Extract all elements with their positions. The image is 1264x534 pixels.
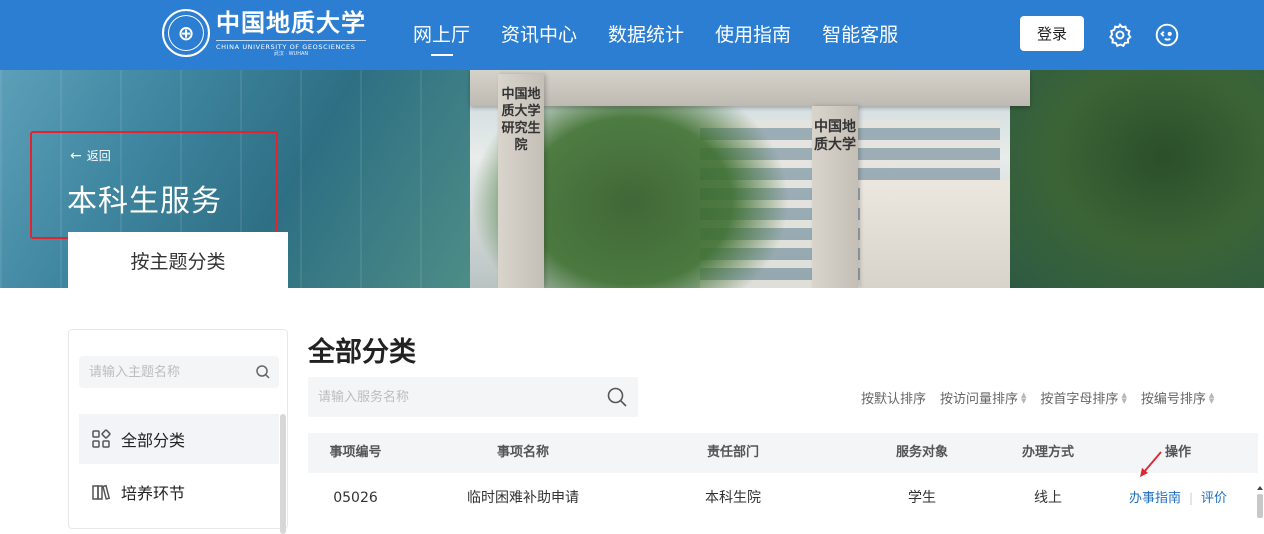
search-icon[interactable]: [255, 364, 271, 380]
column-header-name: 事项名称: [496, 445, 549, 460]
sort-label: 按首字母排序: [1040, 392, 1119, 407]
cell-dept: 本科生院: [705, 490, 761, 506]
banner-trees-right: [1010, 70, 1264, 288]
column-header-code: 事项编号: [329, 445, 382, 460]
logo-english-name: CHINA UNIVERSITY OF GEOSCIENCES: [216, 40, 366, 51]
nav-smart-service[interactable]: 智能客服: [822, 20, 898, 50]
sidebar-item-training[interactable]: 培养环节: [79, 467, 279, 517]
cell-code: 05026: [333, 490, 378, 506]
grid-icon: [92, 429, 111, 448]
section-title: 全部分类: [308, 337, 416, 368]
gate-beam: [470, 70, 1030, 106]
column-header-target: 服务对象: [895, 445, 948, 460]
page-scroll-up-icon[interactable]: [1256, 482, 1264, 518]
gate-pillar-left: 中国地质大学研究生院: [498, 74, 544, 288]
sidebar-scrollbar[interactable]: [280, 414, 286, 534]
sort-label: 按编号排序: [1140, 392, 1206, 407]
theme-search-input[interactable]: [79, 356, 249, 388]
guide-link[interactable]: 办事指南: [1129, 491, 1181, 506]
sort-label: 按默认排序: [861, 392, 927, 407]
main-nav: 网上厅 资讯中心 数据统计 使用指南 智能客服: [413, 20, 929, 56]
column-header-dept: 责任部门: [706, 445, 759, 460]
table-header: 事项编号 事项名称 责任部门 服务对象 办理方式 操作: [308, 433, 1258, 473]
university-seal-icon: ⊕: [162, 9, 210, 57]
nav-news-center[interactable]: 资讯中心: [501, 20, 577, 50]
logo-text: 中国地质大学 CHINA UNIVERSITY OF GEOSCIENCES 武…: [216, 8, 366, 58]
category-sidebar: 全部分类 培养环节: [68, 329, 288, 534]
sort-by-code[interactable]: 按编号排序 ▲ ▼: [1141, 388, 1214, 407]
logo-subtitle: 武汉 · WUHAN: [273, 51, 309, 57]
sort-caret-icon: ▲ ▼: [1021, 390, 1027, 405]
table-row: 05026 临时困难补助申请 本科生院 学生 线上 办事指南 | 评价: [308, 476, 1258, 520]
highlight-box: [30, 131, 278, 239]
service-search-input[interactable]: [308, 377, 598, 417]
sort-options: 按默认排序 按访问量排序 ▲ ▼ 按首字母排序 ▲ ▼ 按编号排序 ▲ ▼: [861, 388, 1228, 407]
sort-label: 按访问量排序: [940, 392, 1019, 407]
top-navigation-bar: ⊕ 中国地质大学 CHINA UNIVERSITY OF GEOSCIENCES…: [0, 0, 1264, 70]
nav-user-guide[interactable]: 使用指南: [715, 20, 791, 50]
nav-data-statistics[interactable]: 数据统计: [608, 20, 684, 50]
divider: |: [1188, 491, 1194, 505]
sidebar-item-label: 培养环节: [121, 484, 186, 503]
service-search-box: [308, 377, 638, 417]
search-icon[interactable]: [606, 386, 628, 408]
theme-search-box: [79, 356, 279, 388]
gate-inscription-right: 中国地质大学: [814, 119, 856, 153]
sort-caret-icon: ▲ ▼: [1208, 390, 1215, 405]
cell-name: 临时困难补助申请: [467, 490, 579, 506]
gate-inscription-left: 中国地质大学研究生院: [501, 87, 541, 153]
column-header-actions: 操作: [1164, 445, 1191, 460]
chat-face-icon[interactable]: [1154, 22, 1180, 48]
sidebar-item-all[interactable]: 全部分类: [79, 414, 279, 464]
cell-target: 学生: [908, 490, 936, 506]
book-icon: [92, 484, 111, 500]
sort-default[interactable]: 按默认排序: [861, 388, 926, 407]
cell-method: 线上: [1034, 490, 1062, 506]
sort-by-visits[interactable]: 按访问量排序 ▲ ▼: [940, 388, 1026, 407]
sidebar-item-label: 全部分类: [121, 431, 186, 450]
tab-by-theme[interactable]: 按主题分类: [68, 232, 288, 288]
gear-icon[interactable]: [1107, 22, 1133, 48]
annotation-arrow-icon: [1140, 451, 1162, 477]
sort-by-initial[interactable]: 按首字母排序 ▲ ▼: [1040, 388, 1126, 407]
nav-online-hall[interactable]: 网上厅: [413, 20, 470, 56]
gate-pillar-right: 中国地质大学: [812, 106, 858, 288]
logo-chinese-name: 中国地质大学: [216, 8, 366, 37]
rate-link[interactable]: 评价: [1201, 491, 1227, 506]
cell-actions: 办事指南 | 评价: [1098, 476, 1258, 520]
login-button[interactable]: 登录: [1020, 16, 1084, 51]
university-logo[interactable]: ⊕ 中国地质大学 CHINA UNIVERSITY OF GEOSCIENCES…: [162, 8, 366, 58]
sort-caret-icon: ▲ ▼: [1121, 390, 1127, 405]
column-header-method: 办理方式: [1021, 445, 1074, 460]
banner-building-annex: [860, 180, 1020, 288]
